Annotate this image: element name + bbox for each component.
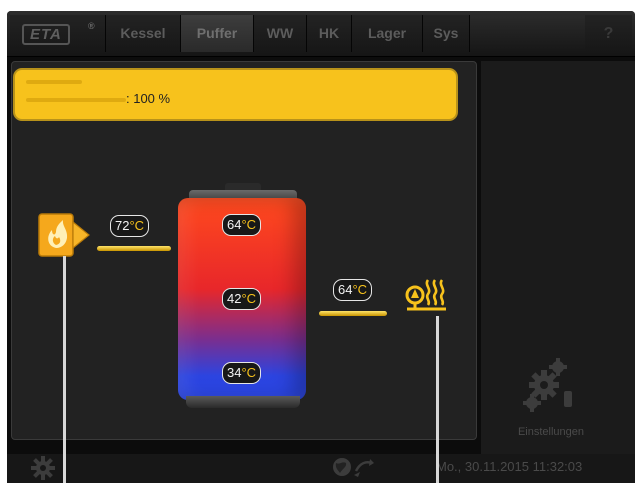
tab-lager[interactable]: Lager	[352, 15, 423, 52]
boiler-flame-icon[interactable]	[37, 210, 93, 260]
settings-label[interactable]: Einstellungen	[474, 426, 628, 438]
gears-icon[interactable]	[520, 355, 576, 415]
tab-sys[interactable]: Sys	[423, 15, 470, 52]
top-nav-bar: ETA ® Kessel Puffer WW HK Lager Sys ?	[7, 11, 635, 57]
banner-value: : 100 %	[126, 91, 171, 106]
supply-temperature: 72°C	[110, 215, 150, 237]
logo-text: ETA	[22, 24, 70, 45]
consumer-temp-unit: °C	[352, 282, 368, 297]
tab-ww[interactable]: WW	[254, 15, 307, 52]
tank-middle-temp-value: 42	[227, 291, 242, 306]
tank-bottom-temperature: 34°C	[222, 362, 262, 384]
tank-bottom-temp-unit: °C	[241, 365, 257, 380]
tank-top-temp-unit: °C	[241, 217, 257, 232]
tab-puffer[interactable]: Puffer	[181, 15, 254, 52]
tank-top-temperature: 64°C	[222, 214, 262, 236]
consumer-flow-line	[319, 311, 387, 316]
supply-temp-value: 72	[115, 218, 130, 233]
help-button[interactable]: ?	[585, 15, 632, 52]
consumer-temperature: 64°C	[333, 279, 373, 301]
consumer-temp-value: 64	[338, 282, 353, 297]
status-datetime: Mo., 30.11.2015 11:32:03	[436, 459, 583, 474]
tank-bottom	[186, 396, 300, 408]
consumer-pointer-line	[436, 316, 439, 483]
banner-line-1	[26, 80, 82, 84]
globe-network-icon[interactable]	[330, 455, 376, 479]
tank-bottom-temp-value: 34	[227, 365, 242, 380]
banner-line-2	[26, 98, 126, 102]
tank-middle-temperature: 42°C	[222, 288, 262, 310]
boiler-pointer-line	[63, 256, 66, 483]
heating-circuit-icon[interactable]	[404, 276, 448, 314]
gear-icon[interactable]	[30, 455, 56, 481]
tank-middle-temp-unit: °C	[241, 291, 257, 306]
logo-registered: ®	[88, 21, 95, 31]
tank-top-temp-value: 64	[227, 217, 242, 232]
status-banner[interactable]: : 100 %	[15, 70, 456, 119]
eta-logo[interactable]: ETA ®	[10, 15, 106, 52]
tab-hk[interactable]: HK	[307, 15, 352, 52]
supply-flow-line	[97, 246, 171, 251]
supply-temp-unit: °C	[129, 218, 145, 233]
tab-kessel[interactable]: Kessel	[106, 15, 181, 52]
